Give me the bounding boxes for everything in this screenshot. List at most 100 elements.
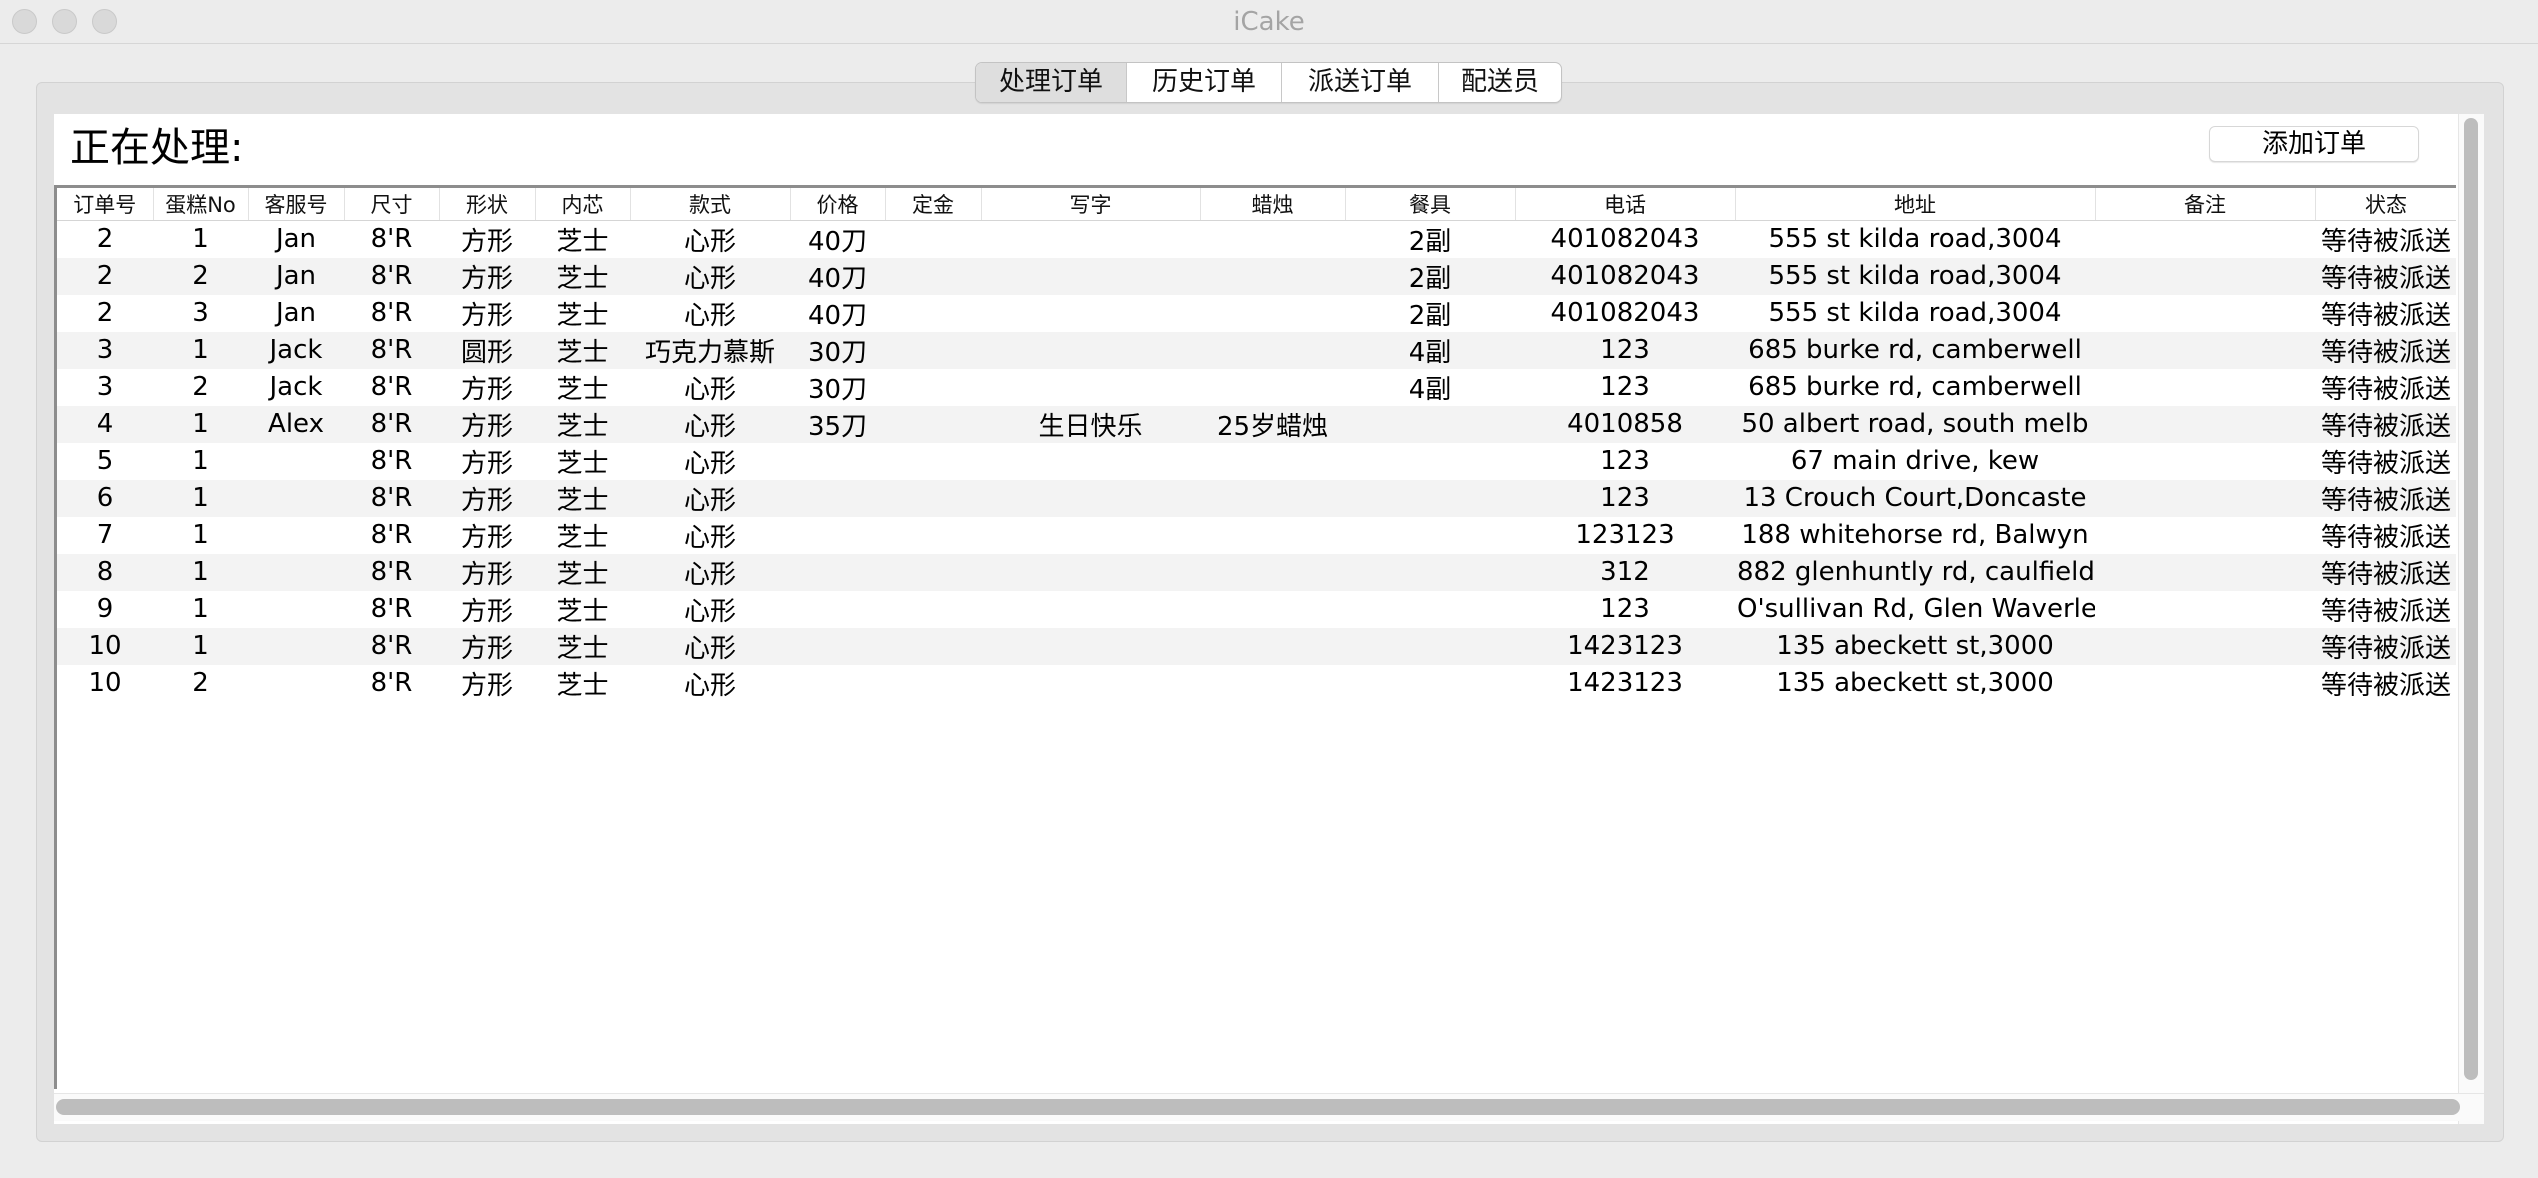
cell-cake-no: 1 <box>153 331 248 369</box>
cell-shape: 方形 <box>460 448 513 479</box>
column-header-price[interactable]: 价格 <box>790 188 886 221</box>
cell-tableware <box>1345 665 1515 702</box>
cell-note <box>2095 257 2315 295</box>
cell-cake-no: 1 <box>192 446 209 476</box>
cell-style: 心形 <box>683 670 736 701</box>
cell-order-no: 3 <box>57 331 153 369</box>
table-row[interactable]: 6 1 8'R 方形 芝士 心形 123 13 Crouch Court,Doncaste 等待… <box>57 479 2456 517</box>
cell-cake-no: 1 <box>153 405 248 443</box>
section-title: 正在处理: <box>70 125 244 171</box>
cell-tableware: 4副 <box>1408 374 1452 405</box>
table-row[interactable]: 2 3 Jan 8'R 方形 芝士 心形 40刀 2副 401082043 555 st kilda… <box>57 295 2456 332</box>
cell-tableware <box>1345 443 1515 480</box>
cell-note <box>2095 591 2315 628</box>
column-header-deposit[interactable]: 定金 <box>885 188 982 221</box>
cell-note <box>2095 331 2315 369</box>
cell-deposit <box>885 627 981 665</box>
tab-delivery-orders[interactable]: 派送订单 <box>1282 63 1439 102</box>
column-header-tableware[interactable]: 餐具 <box>1345 188 1516 221</box>
cell-style: 巧克力慕斯 <box>630 331 790 369</box>
cell-phone: 1423123 <box>1515 627 1735 665</box>
column-header-note[interactable]: 备注 <box>2095 188 2316 221</box>
vertical-scrollbar-thumb[interactable] <box>2464 118 2478 1080</box>
column-header-status[interactable]: 状态 <box>2315 188 2456 221</box>
column-header-order-no[interactable]: 订单号 <box>57 188 154 221</box>
cell-filling: 芝士 <box>535 331 630 369</box>
cell-tableware: 2副 <box>1408 226 1452 257</box>
cell-filling: 芝士 <box>556 596 609 627</box>
cell-candle <box>1200 591 1345 628</box>
column-header-phone[interactable]: 电话 <box>1515 188 1736 221</box>
cell-deposit <box>885 331 981 369</box>
cell-shape: 方形 <box>460 300 513 331</box>
cell-filling: 芝士 <box>556 448 609 479</box>
cell-price <box>790 479 885 517</box>
tab-couriers[interactable]: 配送员 <box>1439 63 1561 102</box>
cell-deposit <box>885 443 981 480</box>
cell-phone: 401082043 <box>1550 224 1700 254</box>
table-row[interactable]: 2 1 Jan 8'R 方形 芝士 心形 40刀 2副 401082043 555 st kilda… <box>57 220 2456 258</box>
cell-style: 心形 <box>683 448 736 479</box>
column-header-filling[interactable]: 内芯 <box>535 188 631 221</box>
cell-status: 等待被派送 <box>2315 331 2456 369</box>
table-row[interactable]: 2 2 Jan 8'R 方形 芝士 心形 40刀 2副 401082043 555 st kilda… <box>57 257 2456 295</box>
cell-order-no: 2 <box>96 298 114 328</box>
table-row[interactable]: 4 1 Alex 8'R 方形 芝士 心形 35刀 生日快乐 25岁蜡烛 4010858 50 alb… <box>57 405 2456 443</box>
horizontal-scrollbar-thumb[interactable] <box>56 1099 2460 1115</box>
add-order-button[interactable]: 添加订单 <box>2209 126 2419 162</box>
cell-cake-no: 3 <box>192 298 209 328</box>
table-row[interactable]: 5 1 8'R 方形 芝士 心形 123 67 main drive, kew 等待被派送 <box>57 443 2456 480</box>
column-header-style[interactable]: 款式 <box>630 188 791 221</box>
table-row[interactable]: 3 2 Jack 8'R 方形 芝士 心形 30刀 4副 123 685 burke rd, cam… <box>57 369 2456 406</box>
cell-deposit <box>885 591 981 628</box>
table-row[interactable]: 10 1 8'R 方形 芝士 心形 1423123 135 abeckett st,3000 等… <box>57 627 2456 665</box>
cell-note <box>2095 443 2315 480</box>
cell-deposit <box>885 369 981 406</box>
cell-price <box>790 517 885 554</box>
column-header-cake-no[interactable]: 蛋糕No <box>153 188 249 221</box>
cell-shape: 方形 <box>439 627 535 665</box>
column-header-writing[interactable]: 写字 <box>981 188 1201 221</box>
cell-size: 8'R <box>370 372 413 402</box>
table-row[interactable]: 3 1 Jack 8'R 圆形 芝士 巧克力慕斯 30刀 4副 123 685 burke rd, … <box>57 331 2456 369</box>
cell-tableware: 2副 <box>1408 300 1452 331</box>
cell-shape: 方形 <box>460 596 513 627</box>
cell-status: 等待被派送 <box>2320 522 2451 553</box>
cell-address: O'sullivan Rd, Glen Waverley <box>1737 594 2095 624</box>
cell-deposit <box>885 553 981 591</box>
orders-table[interactable]: 订单号 蛋糕No 客服号 尺寸 形状 内芯 款式 价格 定金 写字 蜡烛 餐具 电话 地址 备注 状态 21J… <box>54 185 2456 1089</box>
cell-status: 等待被派送 <box>2320 670 2451 701</box>
cell-status: 等待被派送 <box>2320 300 2451 331</box>
column-header-candle[interactable]: 蜡烛 <box>1200 188 1346 221</box>
table-row[interactable]: 7 1 8'R 方形 芝士 心形 123123 188 whitehorse rd, Balw… <box>57 517 2456 554</box>
column-header-size[interactable]: 尺寸 <box>344 188 440 221</box>
cell-writing <box>981 257 1200 295</box>
cell-style: 心形 <box>683 300 736 331</box>
table-row[interactable]: 8 1 8'R 方形 芝士 心形 312 882 glenhuntly rd, caulfie… <box>57 553 2456 591</box>
column-header-address[interactable]: 地址 <box>1735 188 2096 221</box>
cell-filling: 芝士 <box>535 627 630 665</box>
cell-address: 135 abeckett st,3000 <box>1735 627 2095 665</box>
tab-processing-orders[interactable]: 处理订单 <box>976 63 1127 102</box>
column-header-cs-no[interactable]: 客服号 <box>248 188 345 221</box>
cell-cs-no <box>248 553 344 591</box>
cell-price: 40刀 <box>807 226 868 257</box>
table-row[interactable]: 9 1 8'R 方形 芝士 心形 123 O'sullivan Rd, Glen Waverl… <box>57 591 2456 628</box>
cell-deposit <box>885 295 981 332</box>
cell-style: 心形 <box>630 479 790 517</box>
table-row[interactable]: 10 2 8'R 方形 芝士 心形 1423123 135 abeckett st,3000 等… <box>57 665 2456 702</box>
column-header-shape[interactable]: 形状 <box>439 188 536 221</box>
cell-address: 685 burke rd, camberwell <box>1748 372 2082 402</box>
cell-deposit <box>885 479 981 517</box>
cell-price: 30刀 <box>807 374 868 405</box>
cell-candle <box>1200 479 1345 517</box>
cell-size: 8'R <box>344 257 439 295</box>
cell-phone: 123123 <box>1575 520 1675 550</box>
cell-cs-no <box>248 627 344 665</box>
cell-deposit <box>885 405 981 443</box>
tab-order-history[interactable]: 历史订单 <box>1127 63 1282 102</box>
cell-writing <box>981 479 1200 517</box>
cell-phone: 123 <box>1600 594 1650 624</box>
cell-size: 8'R <box>370 446 413 476</box>
cell-size: 8'R <box>370 668 413 698</box>
